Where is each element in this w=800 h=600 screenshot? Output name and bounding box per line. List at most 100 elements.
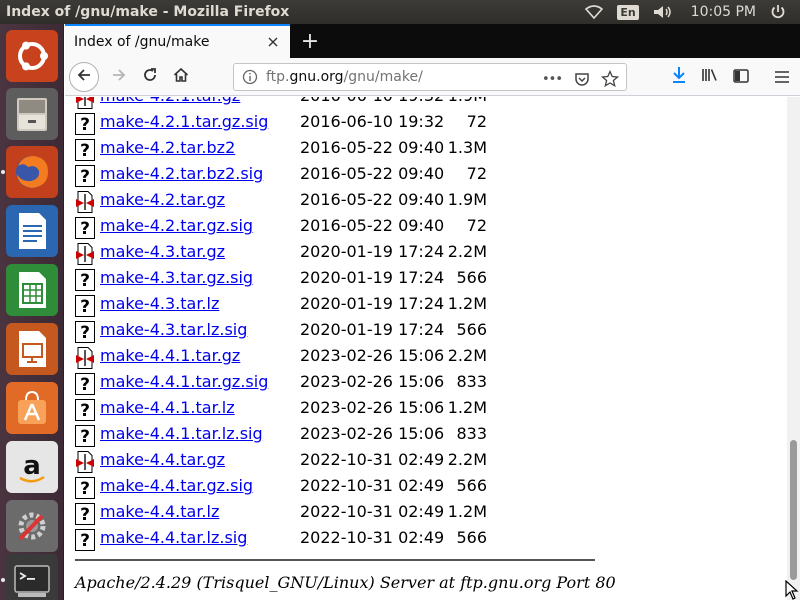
- unknown-file-icon[interactable]: ?: [75, 503, 95, 525]
- file-link[interactable]: make-4.2.1.tar.gz.sig: [100, 112, 268, 131]
- unknown-file-icon[interactable]: ?: [75, 295, 95, 317]
- archive-file-icon[interactable]: [75, 97, 95, 109]
- launcher-writer[interactable]: [6, 205, 58, 257]
- file-date: 2023-02-26 15:06: [300, 424, 445, 443]
- archive-file-icon[interactable]: [75, 191, 95, 213]
- settings-wrench-icon: [12, 506, 52, 546]
- clock[interactable]: 10:05 PM: [691, 4, 756, 20]
- close-icon[interactable]: [264, 33, 282, 51]
- file-date: 2016-05-22 09:40: [300, 138, 445, 157]
- new-tab-button[interactable]: +: [297, 28, 323, 54]
- launcher-ubuntu-dash[interactable]: [6, 30, 58, 82]
- launcher-calc[interactable]: [6, 264, 58, 316]
- ubuntu-logo-icon: [13, 37, 51, 75]
- tab-index-of-gnu-make[interactable]: Index of /gnu/make: [65, 24, 290, 58]
- file-link[interactable]: make-4.3.tar.gz.sig: [100, 268, 253, 287]
- archive-file-icon[interactable]: [75, 243, 95, 265]
- launcher: a: [0, 24, 64, 600]
- file-size: 1.9M: [447, 190, 487, 209]
- file-date: 2020-01-19 17:24: [300, 268, 445, 287]
- file-size: 72: [466, 216, 487, 235]
- page-actions-button[interactable]: •••: [540, 69, 564, 89]
- unknown-file-icon[interactable]: ?: [75, 425, 95, 447]
- unknown-file-icon[interactable]: ?: [75, 321, 95, 343]
- file-link[interactable]: make-4.4.1.tar.gz.sig: [100, 372, 268, 391]
- pocket-icon[interactable]: [570, 69, 594, 89]
- file-date: 2020-01-19 17:24: [300, 294, 445, 313]
- unknown-file-icon[interactable]: ?: [75, 165, 95, 187]
- home-icon: [173, 67, 189, 87]
- unknown-file-icon[interactable]: ?: [75, 139, 95, 161]
- file-date: 2022-10-31 02:49: [300, 476, 445, 495]
- volume-icon[interactable]: [653, 5, 673, 19]
- file-size: 833: [456, 424, 487, 443]
- back-button[interactable]: [69, 62, 99, 92]
- launcher-software-center[interactable]: [6, 382, 58, 434]
- file-link[interactable]: make-4.3.tar.gz: [100, 242, 225, 261]
- file-link[interactable]: make-4.4.1.tar.gz: [100, 346, 240, 365]
- archive-file-icon[interactable]: [75, 451, 95, 473]
- launcher-system-settings[interactable]: [6, 500, 58, 552]
- url-bar[interactable]: ftp.gnu.org/gnu/make/ •••: [233, 63, 627, 91]
- file-link[interactable]: make-4.2.tar.bz2.sig: [100, 164, 263, 183]
- unknown-file-icon[interactable]: ?: [75, 399, 95, 421]
- svg-text:?: ?: [80, 401, 90, 421]
- scrollbar-thumb[interactable]: [790, 440, 797, 580]
- archive-file-icon[interactable]: [75, 347, 95, 369]
- file-link[interactable]: make-4.4.tar.lz.sig: [100, 528, 247, 547]
- library-button[interactable]: [696, 63, 724, 91]
- sidebar-button[interactable]: [727, 63, 755, 91]
- launcher-impress[interactable]: [6, 323, 58, 375]
- unknown-file-icon[interactable]: ?: [75, 477, 95, 499]
- mouse-cursor-icon: [785, 579, 799, 600]
- forward-button[interactable]: [105, 63, 133, 91]
- file-size: 1.9M: [441, 97, 487, 105]
- file-date: 2023-02-26 15:06: [300, 346, 445, 365]
- file-link[interactable]: make-4.2.tar.bz2: [100, 138, 235, 157]
- unknown-file-icon[interactable]: ?: [75, 269, 95, 291]
- server-signature: Apache/2.4.29 (Trisquel_GNU/Linux) Serve…: [75, 573, 616, 592]
- launcher-firefox[interactable]: [1, 146, 58, 198]
- downloads-button[interactable]: [665, 63, 693, 91]
- home-button[interactable]: [167, 63, 195, 91]
- url-host: gnu.org: [289, 69, 344, 85]
- launcher-files[interactable]: [6, 88, 58, 140]
- svg-text:?: ?: [80, 219, 90, 239]
- url-prefix: ftp.: [266, 69, 290, 85]
- terminal-icon: [12, 560, 52, 600]
- wifi-icon[interactable]: [585, 5, 604, 19]
- unknown-file-icon[interactable]: ?: [75, 373, 95, 395]
- file-link[interactable]: make-4.2.tar.gz.sig: [100, 216, 253, 235]
- file-link[interactable]: make-4.4.tar.lz: [100, 502, 219, 521]
- amazon-icon: a: [12, 447, 52, 487]
- file-link[interactable]: make-4.2.1.tar.gz: [100, 97, 240, 105]
- launcher-amazon[interactable]: a: [6, 441, 58, 493]
- svg-text:?: ?: [80, 167, 90, 187]
- file-link[interactable]: make-4.3.tar.lz.sig: [100, 320, 247, 339]
- calc-icon: [13, 270, 51, 310]
- file-link[interactable]: make-4.4.1.tar.lz: [100, 398, 235, 417]
- file-size: 2.2M: [447, 346, 487, 365]
- reload-button[interactable]: [136, 63, 164, 91]
- unknown-file-icon[interactable]: ?: [75, 113, 95, 135]
- bookmark-star-icon[interactable]: [598, 69, 622, 89]
- indicator-area: En 10:05 PM: [585, 4, 800, 20]
- file-link[interactable]: make-4.4.tar.gz.sig: [100, 476, 253, 495]
- file-link[interactable]: make-4.2.tar.gz: [100, 190, 225, 209]
- horizontal-rule: [75, 559, 595, 561]
- unknown-file-icon[interactable]: ?: [75, 529, 95, 551]
- menu-button[interactable]: [768, 63, 796, 91]
- launcher-terminal[interactable]: [1, 554, 58, 600]
- keyboard-layout-indicator[interactable]: En: [617, 4, 639, 20]
- file-link[interactable]: make-4.3.tar.lz: [100, 294, 219, 313]
- writer-icon: [13, 211, 51, 251]
- unknown-file-icon[interactable]: ?: [75, 217, 95, 239]
- power-icon[interactable]: [770, 4, 786, 20]
- site-info-icon[interactable]: [242, 69, 258, 89]
- file-link[interactable]: make-4.4.tar.gz: [100, 450, 225, 469]
- file-link[interactable]: make-4.4.1.tar.lz.sig: [100, 424, 263, 443]
- file-date: 2022-10-31 02:49: [300, 450, 445, 469]
- file-date: 2022-10-31 02:49: [300, 528, 445, 547]
- url-text[interactable]: ftp.gnu.org/gnu/make/: [266, 69, 423, 85]
- svg-text:?: ?: [80, 479, 90, 499]
